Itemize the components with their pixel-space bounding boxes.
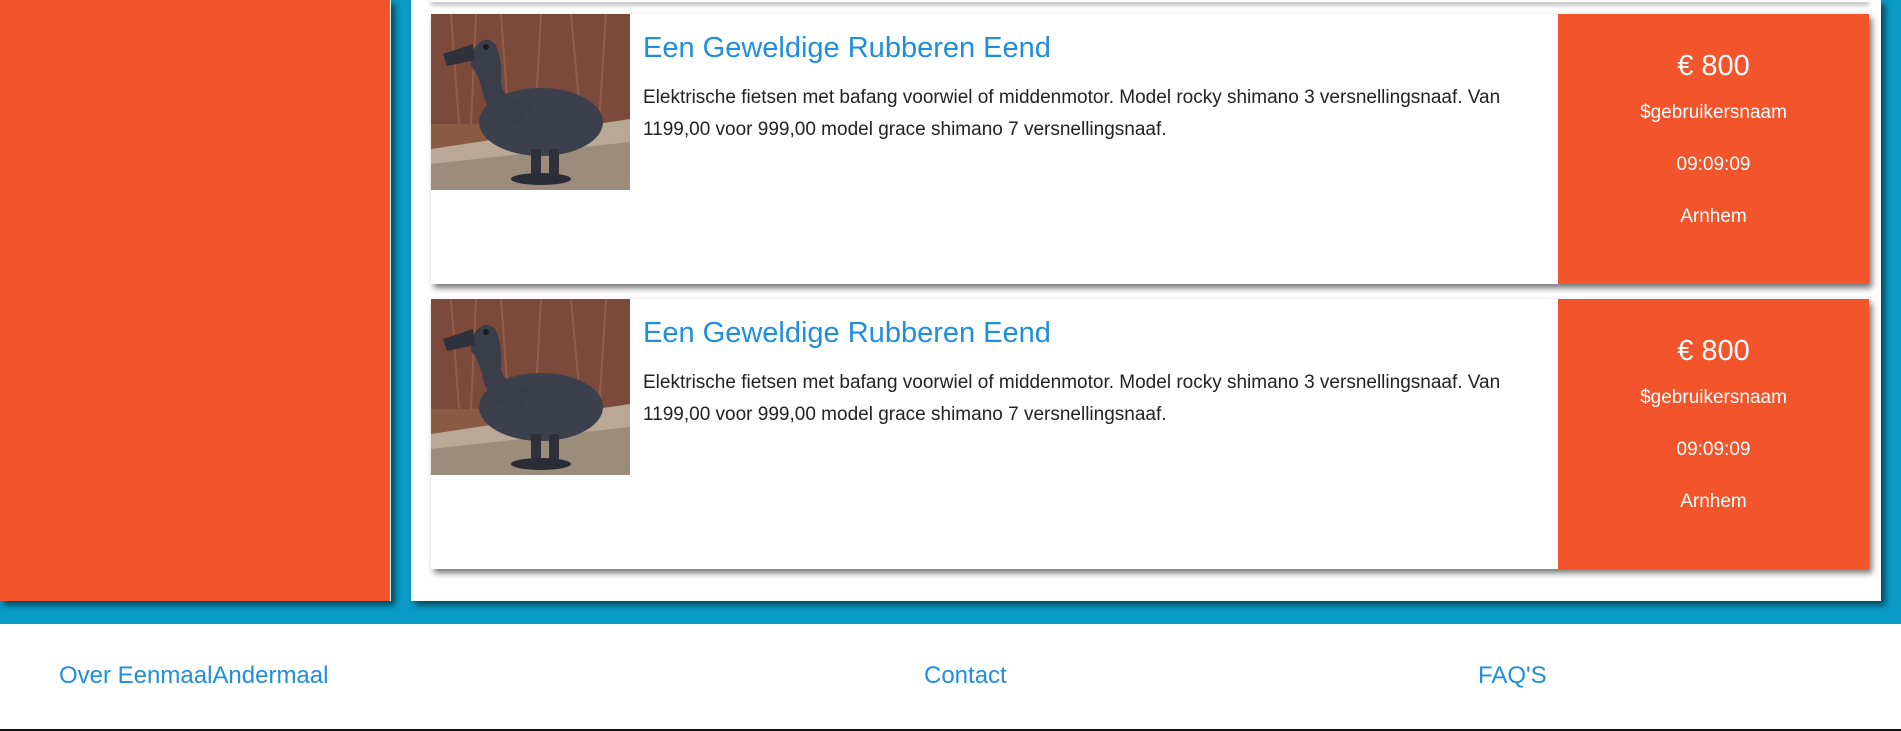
listing-description: Elektrische fietsen met bafang voorwiel …: [643, 372, 1501, 425]
listing-card[interactable]: Een Geweldige Rubberen Eend Elektrische …: [431, 299, 1869, 569]
listing-title[interactable]: Een Geweldige Rubberen Eend: [643, 317, 1558, 349]
listing-time: 09:09:09: [1676, 154, 1751, 175]
listing-city: Arnhem: [1680, 206, 1747, 227]
listings-panel: Een Geweldige Rubberen Eend Elektrische …: [411, 0, 1881, 601]
listing-username: $gebruikersnaam: [1640, 102, 1787, 123]
footer-link-about[interactable]: Over EenmaalAndermaal: [59, 662, 328, 690]
listing-meta: € 800 $gebruikersnaam 09:09:09 Arnhem: [1558, 299, 1869, 569]
listing-meta: € 800 $gebruikersnaam 09:09:09 Arnhem: [1558, 14, 1869, 284]
duck-statue-photo-icon: [431, 299, 630, 475]
listing-city: Arnhem: [1680, 491, 1747, 512]
listing-time: 09:09:09: [1676, 439, 1751, 460]
footer: Over EenmaalAndermaal Contact FAQ'S: [0, 624, 1901, 731]
listing-description: Elektrische fietsen met bafang voorwiel …: [643, 87, 1501, 140]
listing-content: Een Geweldige Rubberen Eend Elektrische …: [630, 14, 1558, 284]
footer-link-contact[interactable]: Contact: [924, 662, 1007, 690]
listing-price: € 800: [1677, 50, 1750, 82]
listing-username: $gebruikersnaam: [1640, 387, 1787, 408]
listing-content: Een Geweldige Rubberen Eend Elektrische …: [630, 299, 1558, 569]
previous-listing-card-edge: [431, 0, 1869, 2]
page-background: Een Geweldige Rubberen Eend Elektrische …: [0, 0, 1901, 624]
duck-statue-photo-icon: [431, 14, 630, 190]
footer-link-faq[interactable]: FAQ'S: [1478, 662, 1547, 690]
listing-image[interactable]: [431, 299, 630, 475]
listing-image[interactable]: [431, 14, 630, 190]
listing-title[interactable]: Een Geweldige Rubberen Eend: [643, 32, 1558, 64]
listing-card[interactable]: Een Geweldige Rubberen Eend Elektrische …: [431, 14, 1869, 284]
listing-price: € 800: [1677, 335, 1750, 367]
sidebar-panel: [0, 0, 391, 601]
